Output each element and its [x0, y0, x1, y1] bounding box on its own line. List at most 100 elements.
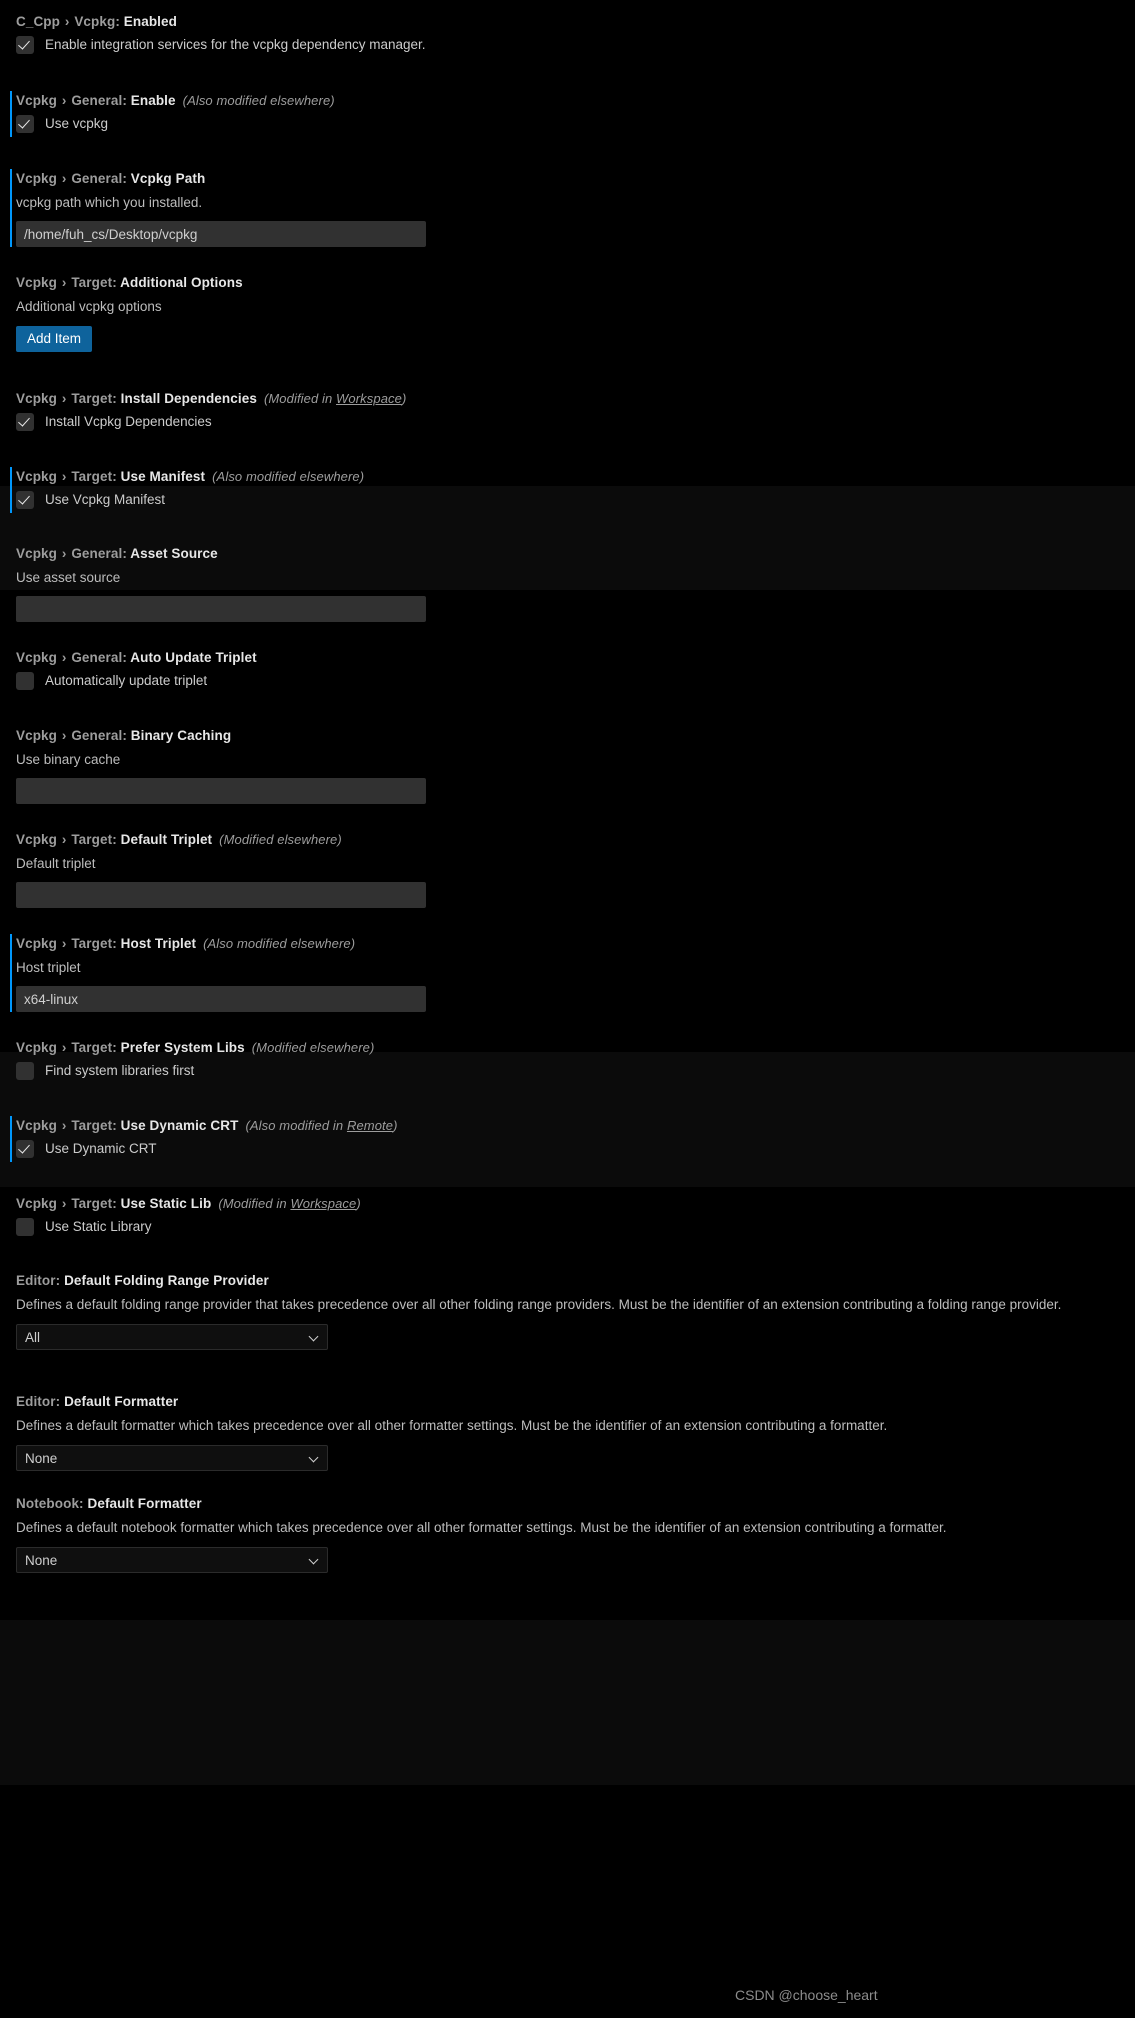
setting-text-input[interactable] — [16, 778, 426, 804]
setting-category: Vcpkg — [16, 936, 58, 951]
setting-description: Host triplet — [16, 960, 81, 975]
checkbox-unchecked-icon[interactable] — [16, 672, 34, 690]
title-colon: : — [122, 171, 131, 186]
setting-category: Vcpkg — [16, 469, 58, 484]
add-item-button[interactable]: Add Item — [16, 326, 93, 352]
setting-description: Defines a default notebook formatter whi… — [16, 1520, 947, 1535]
checkbox-unchecked-icon[interactable] — [16, 1218, 34, 1236]
setting-description: Defines a default folding range provider… — [16, 1297, 1062, 1312]
setting-text-input[interactable]: x64-linux — [16, 986, 426, 1012]
setting-subcategory: Target — [71, 391, 113, 406]
title-separator: › — [58, 832, 71, 847]
title-colon: : — [55, 1394, 65, 1409]
setting-category: Editor — [16, 1273, 56, 1288]
setting-row-cpp-vcpkg-enabled: C_Cpp › Vcpkg: Enabled Enable integration… — [0, 12, 1135, 54]
title-separator: › — [58, 1196, 71, 1211]
setting-category: Vcpkg — [16, 275, 58, 290]
title-colon: : — [112, 936, 121, 951]
setting-checkbox-row[interactable]: Use Dynamic CRT — [16, 1140, 1135, 1158]
setting-name: Enabled — [123, 14, 177, 29]
setting-row-vcpkg-general-enable: Vcpkg › General: Enable (Also modified el… — [0, 91, 1135, 137]
setting-category: Vcpkg — [16, 391, 58, 406]
setting-checkbox-row[interactable]: Install Vcpkg Dependencies — [16, 413, 1135, 431]
vcpkg-dependency-manager-link[interactable]: vcpkg dependency manager — [253, 37, 422, 52]
modified-scope-link[interactable]: Workspace — [336, 391, 402, 406]
chevron-down-icon — [309, 1555, 320, 1566]
title-colon: : — [112, 1118, 121, 1133]
setting-modified-note: (Modified elsewhere) — [219, 832, 342, 847]
setting-name: Default Formatter — [87, 1496, 202, 1511]
title-separator: › — [58, 469, 71, 484]
setting-name: Host Triplet — [120, 936, 197, 951]
setting-checkbox-row[interactable]: Automatically update triplet — [16, 672, 1135, 690]
title-separator: › — [58, 728, 71, 743]
setting-row-vcpkg-target-use-static-lib: Vcpkg › Target: Use Static Lib (Modified … — [0, 1194, 1135, 1236]
setting-dropdown[interactable]: None — [16, 1547, 328, 1573]
setting-subcategory: Target — [71, 936, 113, 951]
setting-description: Use asset source — [16, 570, 121, 585]
modified-scope-link[interactable]: Remote — [347, 1118, 393, 1133]
setting-title: Editor: Default Folding Range Provider — [16, 1271, 1135, 1290]
title-colon: : — [122, 728, 131, 743]
dropdown-value: All — [25, 1329, 41, 1345]
setting-subcategory: Target — [71, 1196, 113, 1211]
setting-dropdown[interactable]: None — [16, 1445, 328, 1471]
setting-modified-note: (Also modified in Remote) — [245, 1118, 398, 1133]
setting-title: C_Cpp › Vcpkg: Enabled — [16, 12, 1135, 31]
checkbox-unchecked-icon[interactable] — [16, 1062, 34, 1080]
setting-subcategory: General — [71, 546, 123, 561]
setting-title: Vcpkg › General: Vcpkg Path — [16, 169, 1135, 188]
setting-title: Vcpkg › General: Enable (Also modified el… — [16, 91, 1135, 110]
setting-row-vcpkg-target-use-dynamic-crt: Vcpkg › Target: Use Dynamic CRT (Also mod… — [0, 1116, 1135, 1162]
modified-accent-bar — [10, 467, 12, 513]
checkbox-checked-icon[interactable] — [16, 413, 34, 431]
title-colon: : — [79, 1496, 88, 1511]
setting-title: Vcpkg › Target: Use Manifest (Also modifi… — [16, 467, 1135, 486]
modified-accent-bar — [10, 1116, 12, 1162]
setting-text-input[interactable]: /home/fuh_cs/Desktop/vcpkg — [16, 221, 426, 247]
title-colon: : — [112, 275, 121, 290]
checkbox-checked-icon[interactable] — [16, 491, 34, 509]
setting-checkbox-row[interactable]: Use Static Library — [16, 1218, 1135, 1236]
setting-dropdown[interactable]: All — [16, 1324, 328, 1350]
checkbox-checked-icon[interactable] — [16, 1140, 34, 1158]
setting-name: Binary Caching — [130, 728, 232, 743]
checkbox-checked-icon[interactable] — [16, 36, 34, 54]
setting-row-vcpkg-general-auto-update-triplet: Vcpkg › General: Auto Update Triplet Auto… — [0, 648, 1135, 690]
setting-modified-note: (Also modified elsewhere) — [212, 469, 365, 484]
setting-modified-note: (Modified in Workspace) — [263, 391, 407, 406]
checkbox-label: Find system libraries first — [45, 1063, 195, 1078]
setting-name: Enable — [130, 93, 176, 108]
setting-checkbox-row[interactable]: Use vcpkg — [16, 115, 1135, 133]
checkbox-label: Install Vcpkg Dependencies — [45, 414, 212, 429]
chevron-down-icon — [309, 1332, 320, 1343]
title-colon: : — [112, 1040, 121, 1055]
setting-row-vcpkg-general-vcpkg-path: Vcpkg › General: Vcpkg Path vcpkg path wh… — [0, 169, 1135, 247]
setting-name: Asset Source — [130, 546, 218, 561]
setting-category: Vcpkg — [16, 1196, 58, 1211]
modified-accent-bar — [10, 91, 12, 137]
checkbox-checked-icon[interactable] — [16, 115, 34, 133]
setting-title: Vcpkg › Target: Install Dependencies (Mod… — [16, 389, 1135, 408]
setting-category: Vcpkg — [16, 832, 58, 847]
checkbox-label: Use vcpkg — [45, 116, 109, 131]
checkbox-label: Automatically update triplet — [45, 673, 208, 688]
setting-row-editor-default-folding-range-provider: Editor: Default Folding Range Provider De… — [0, 1271, 1135, 1350]
setting-text-input[interactable] — [16, 596, 426, 622]
setting-checkbox-row[interactable]: Find system libraries first — [16, 1062, 1135, 1080]
modified-scope-link[interactable]: Workspace — [290, 1196, 356, 1211]
setting-category: Vcpkg — [16, 171, 58, 186]
setting-category: Vcpkg — [16, 93, 58, 108]
title-colon: : — [112, 832, 121, 847]
setting-checkbox-row[interactable]: Use Vcpkg Manifest — [16, 491, 1135, 509]
setting-title: Editor: Default Formatter — [16, 1392, 1135, 1411]
setting-checkbox-row[interactable]: Enable integration services for the vcpk… — [16, 36, 1135, 54]
setting-title: Notebook: Default Formatter — [16, 1494, 1135, 1513]
setting-title: Vcpkg › Target: Additional Options — [16, 273, 1135, 292]
title-separator: › — [61, 14, 74, 29]
setting-row-vcpkg-target-prefer-system-libs: Vcpkg › Target: Prefer System Libs (Modif… — [0, 1038, 1135, 1080]
setting-text-input[interactable] — [16, 882, 426, 908]
setting-row-vcpkg-target-additional-options: Vcpkg › Target: Additional Options Additi… — [0, 273, 1135, 352]
setting-name: Additional Options — [120, 275, 243, 290]
modified-accent-bar — [10, 169, 12, 247]
